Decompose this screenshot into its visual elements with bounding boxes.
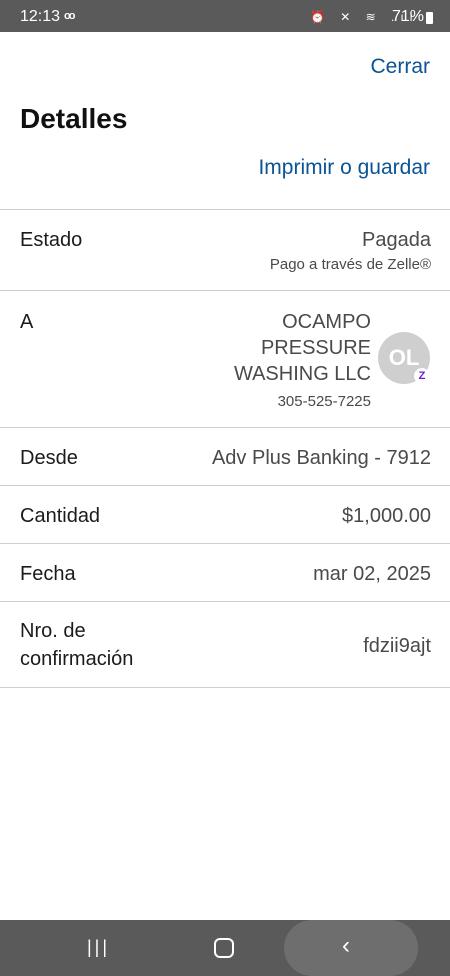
amount-value: $1,000.00	[342, 505, 431, 527]
zelle-icon: Z	[414, 368, 430, 384]
status-time: 12:13	[20, 8, 61, 25]
home-button[interactable]	[214, 938, 234, 958]
print-or-save-button[interactable]: Imprimir o guardar	[258, 156, 430, 180]
divider	[0, 209, 450, 210]
status-value: Pagada	[362, 229, 431, 251]
close-button[interactable]: Cerrar	[370, 55, 430, 79]
payment-method-text: Pago a través de Zelle®	[269, 256, 431, 273]
back-button-highlight	[284, 920, 418, 976]
divider	[0, 427, 450, 428]
divider	[0, 687, 450, 688]
confirmation-label: Nro. de confirmación	[20, 620, 134, 670]
status-bar: 12:13 oo ⏰ ✕ ≋ .ıl 71%	[0, 0, 450, 32]
recipient-phone: 305-525-7225	[277, 393, 371, 410]
amount-label: Cantidad	[20, 505, 101, 527]
date-label: Fecha	[20, 563, 76, 585]
divider	[0, 290, 450, 291]
recipient-name: OCAMPO PRESSURE WASHING LLC	[233, 311, 371, 385]
from-account-value: Adv Plus Banking - 7912	[211, 447, 431, 469]
from-label: Desde	[20, 447, 78, 469]
confirmation-value: fdzii9ajt	[363, 635, 431, 657]
page-title: Detalles	[20, 103, 128, 134]
divider	[0, 601, 450, 602]
battery-icon	[426, 12, 433, 24]
voicemail-icon: oo	[64, 10, 76, 22]
date-value: mar 02, 2025	[313, 563, 431, 585]
recipient-label: A	[20, 311, 34, 333]
battery-level: 71%	[392, 8, 425, 25]
recent-apps-button[interactable]: |||	[87, 937, 110, 958]
back-button[interactable]: ‹	[342, 932, 350, 960]
navigation-bar: ||| ‹	[0, 920, 450, 976]
divider	[0, 485, 450, 486]
status-label: Estado	[20, 229, 83, 251]
divider	[0, 543, 450, 544]
